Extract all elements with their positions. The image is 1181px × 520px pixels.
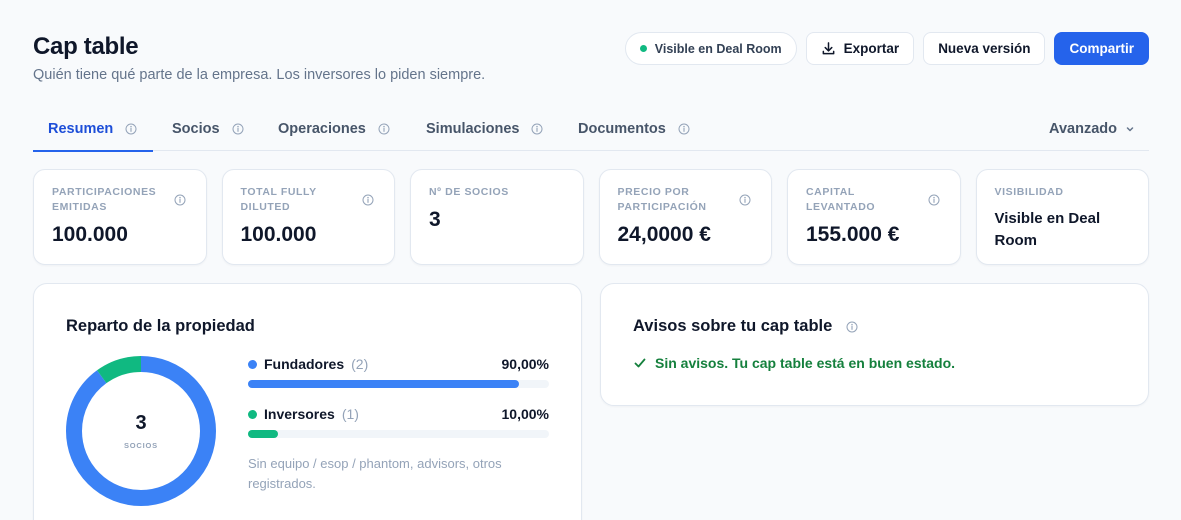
chevron-down-icon (1126, 126, 1134, 131)
stat-card-fully-diluted: TOTAL FULLY DILUTED 100.000 (221, 169, 395, 265)
alerts-title-row: Avisos sobre tu cap table (633, 317, 858, 336)
download-icon (822, 42, 835, 55)
tab-label: Socios (172, 120, 220, 137)
tab-bar: Resumen Socios Operaciones Simulaciones … (32, 106, 1149, 152)
visibility-pill-label: Visible en Deal Room (654, 41, 782, 56)
stat-label: TOTAL FULLY DILUTED (240, 186, 317, 213)
legend-count: (1) (341, 406, 359, 422)
tab-label: Simulaciones (426, 120, 520, 137)
advanced-dropdown[interactable]: Avanzado (1049, 106, 1135, 151)
alerts-status-text: Sin avisos. Tu cap table está en buen es… (655, 355, 956, 371)
donut-total: 3 (135, 412, 147, 434)
page-subtitle: Quién tiene qué parte de la empresa. Los… (33, 67, 486, 83)
share-button[interactable]: Compartir (1054, 32, 1149, 65)
export-label: Exportar (843, 41, 900, 56)
stat-value: 3 (429, 208, 441, 231)
stat-value: 155.000 € (806, 223, 900, 246)
stat-card-visibility: VISIBILIDAD Visible en Deal Room (975, 169, 1149, 265)
alerts-title: Avisos sobre tu cap table (633, 317, 833, 335)
tab-socios[interactable]: Socios (172, 106, 244, 151)
tab-label: Resumen (48, 120, 114, 137)
info-icon (232, 123, 244, 135)
stat-label: PARTICIPACIONES EMITIDAS (52, 186, 157, 213)
ownership-note: Sin equipo / esop / phantom, advisors, o… (248, 456, 502, 491)
deal-room-visibility-pill[interactable]: Visible en Deal Room (624, 32, 797, 65)
legend-count: (2) (351, 356, 369, 372)
stats-row: PARTICIPACIONES EMITIDAS 100.000 TOTAL F… (33, 169, 1149, 265)
info-icon[interactable] (362, 193, 374, 211)
cap-table-page: Cap table Quién tiene qué parte de la em… (32, 0, 1149, 520)
progress-fill-investors (248, 430, 279, 438)
tab-resumen[interactable]: Resumen (32, 106, 154, 152)
tab-simulaciones[interactable]: Simulaciones (426, 106, 543, 151)
legend-name: Fundadores (264, 356, 345, 372)
stat-value: Visible en Deal Room (994, 210, 1101, 249)
stat-card-share-price: PRECIO POR PARTICIPACIÓN 24,0000 € (598, 169, 772, 265)
info-icon[interactable] (846, 321, 858, 333)
ownership-title: Reparto de la propiedad (66, 317, 255, 335)
stat-value: 100.000 (240, 223, 317, 246)
page-title: Cap table (33, 33, 139, 60)
legend-row-founders[interactable]: Fundadores (2) 90,00% (248, 354, 549, 400)
check-icon (634, 358, 646, 368)
stat-card-issued-shares: PARTICIPACIONES EMITIDAS 100.000 (33, 169, 207, 265)
stat-card-shareholders: Nº DE SOCIOS 3 (410, 169, 584, 265)
stat-label: CAPITAL LEVANTADO (806, 186, 876, 213)
info-icon (378, 123, 390, 135)
info-icon (678, 123, 690, 135)
stat-label: Nº DE SOCIOS (429, 186, 509, 198)
alerts-status: Sin avisos. Tu cap table está en buen es… (633, 355, 955, 371)
tab-operaciones[interactable]: Operaciones (278, 106, 390, 151)
header-actions: Visible en Deal Room Exportar Nueva vers… (624, 32, 1149, 65)
info-icon (531, 123, 543, 135)
tab-documentos[interactable]: Documentos (578, 106, 690, 151)
tab-label: Operaciones (278, 120, 366, 137)
legend-name: Inversores (264, 406, 335, 422)
donut-center: 3 SOCIOS (66, 356, 216, 506)
new-version-button[interactable]: Nueva versión (923, 32, 1046, 65)
info-icon (125, 123, 137, 135)
info-icon[interactable] (739, 193, 751, 211)
stat-value: 24,0000 € (617, 223, 711, 246)
tab-label: Documentos (578, 120, 666, 137)
stat-label: VISIBILIDAD (994, 186, 1064, 198)
stat-card-capital-raised: CAPITAL LEVANTADO 155.000 € (787, 169, 961, 265)
legend-row-investors[interactable]: Inversores (1) 10,00% (248, 404, 549, 450)
progress-track (248, 380, 549, 388)
ownership-panel: Reparto de la propiedad 3 SOCIOS Fundado… (33, 283, 582, 520)
alerts-panel: Avisos sobre tu cap table Sin avisos. Tu… (600, 283, 1149, 406)
progress-fill-founders (248, 380, 519, 388)
info-icon[interactable] (174, 193, 186, 211)
investors-dot-icon (248, 409, 257, 419)
info-icon[interactable] (928, 193, 940, 211)
donut-total-label: SOCIOS (124, 441, 158, 450)
founders-dot-icon (248, 359, 257, 369)
progress-track (248, 430, 549, 438)
legend-percent: 10,00% (501, 406, 549, 422)
legend-percent: 90,00% (501, 356, 549, 372)
stat-label: PRECIO POR PARTICIPACIÓN (617, 186, 707, 213)
export-button[interactable]: Exportar (805, 32, 915, 65)
advanced-label: Avanzado (1049, 120, 1117, 137)
stat-value: 100.000 (52, 223, 128, 246)
status-dot-icon (639, 45, 647, 52)
